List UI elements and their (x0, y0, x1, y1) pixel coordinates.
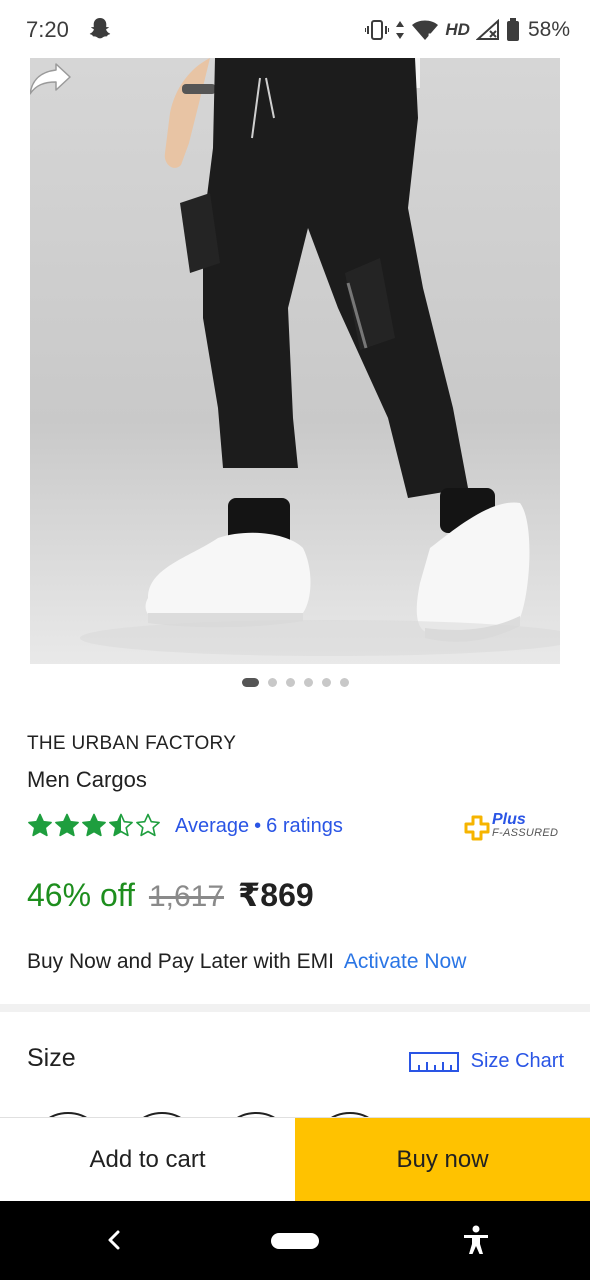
brand-name[interactable]: THE URBAN FACTORY (27, 733, 236, 755)
system-nav-bar (0, 1201, 590, 1280)
svg-text:5: 5 (428, 32, 433, 41)
star-empty-icon (136, 813, 160, 837)
assured-icon (464, 815, 490, 841)
share-icon[interactable] (30, 58, 74, 98)
gallery-dot[interactable] (285, 677, 295, 687)
size-chart-link[interactable]: Size Chart (408, 1050, 564, 1073)
accessibility-icon[interactable] (462, 1225, 490, 1255)
product-name: Men Cargos (27, 767, 147, 792)
gallery-dot[interactable] (339, 677, 349, 687)
rating-count[interactable]: 6 ratings (266, 815, 343, 838)
size-chart-label: Size Chart (470, 1050, 564, 1072)
section-divider (0, 1004, 590, 1012)
battery-icon (506, 18, 519, 41)
status-time: 7:20 (26, 17, 69, 42)
star-full-icon (55, 813, 79, 837)
original-price: 1,617 (148, 880, 225, 913)
wifi-icon: 5 (412, 20, 439, 41)
product-photo (80, 58, 560, 656)
gallery-dot[interactable] (241, 677, 259, 687)
snapchat-icon (89, 18, 111, 39)
gallery-dot[interactable] (321, 677, 331, 687)
status-icons: 5 HD 58% (365, 16, 570, 44)
emi-text: Buy Now and Pay Later with EMI (27, 950, 334, 973)
rating-stars (27, 813, 161, 839)
plus-assured-badge[interactable]: Plus F-ASSURED (464, 811, 564, 842)
buy-now-button[interactable]: Buy now (295, 1118, 590, 1202)
signal-icon (475, 19, 499, 40)
gallery-dot[interactable] (303, 677, 313, 687)
activate-now-link[interactable]: Activate Now (344, 950, 467, 973)
selling-price: ₹869 (238, 877, 314, 913)
product-image[interactable] (30, 58, 560, 664)
add-to-cart-button[interactable]: Add to cart (0, 1118, 295, 1202)
rating-separator: • (254, 814, 262, 837)
action-bar: Add to cart Buy now (0, 1117, 590, 1202)
emi-row: Buy Now and Pay Later with EMI Activate … (27, 950, 466, 974)
price-row: 46% off 1,617 ₹869 (27, 876, 314, 914)
size-section-title: Size (27, 1044, 76, 1072)
rating-label[interactable]: Average (175, 815, 249, 838)
ruler-icon (408, 1051, 459, 1072)
back-icon[interactable] (104, 1227, 124, 1253)
vibrate-icon (365, 20, 390, 40)
assured-text: F-ASSURED (492, 827, 559, 839)
data-arrows-icon (396, 21, 405, 39)
home-pill[interactable] (271, 1233, 319, 1249)
discount-percent: 46% off (27, 877, 135, 913)
star-half-icon (109, 813, 133, 837)
star-full-icon (82, 813, 106, 837)
status-bar: 7:20 5 HD 58% (0, 0, 590, 58)
gallery-dot[interactable] (267, 677, 277, 687)
battery-percent: 58% (527, 18, 570, 41)
network-label: HD (445, 20, 470, 39)
star-full-icon (28, 813, 52, 837)
gallery-indicator (0, 676, 590, 688)
